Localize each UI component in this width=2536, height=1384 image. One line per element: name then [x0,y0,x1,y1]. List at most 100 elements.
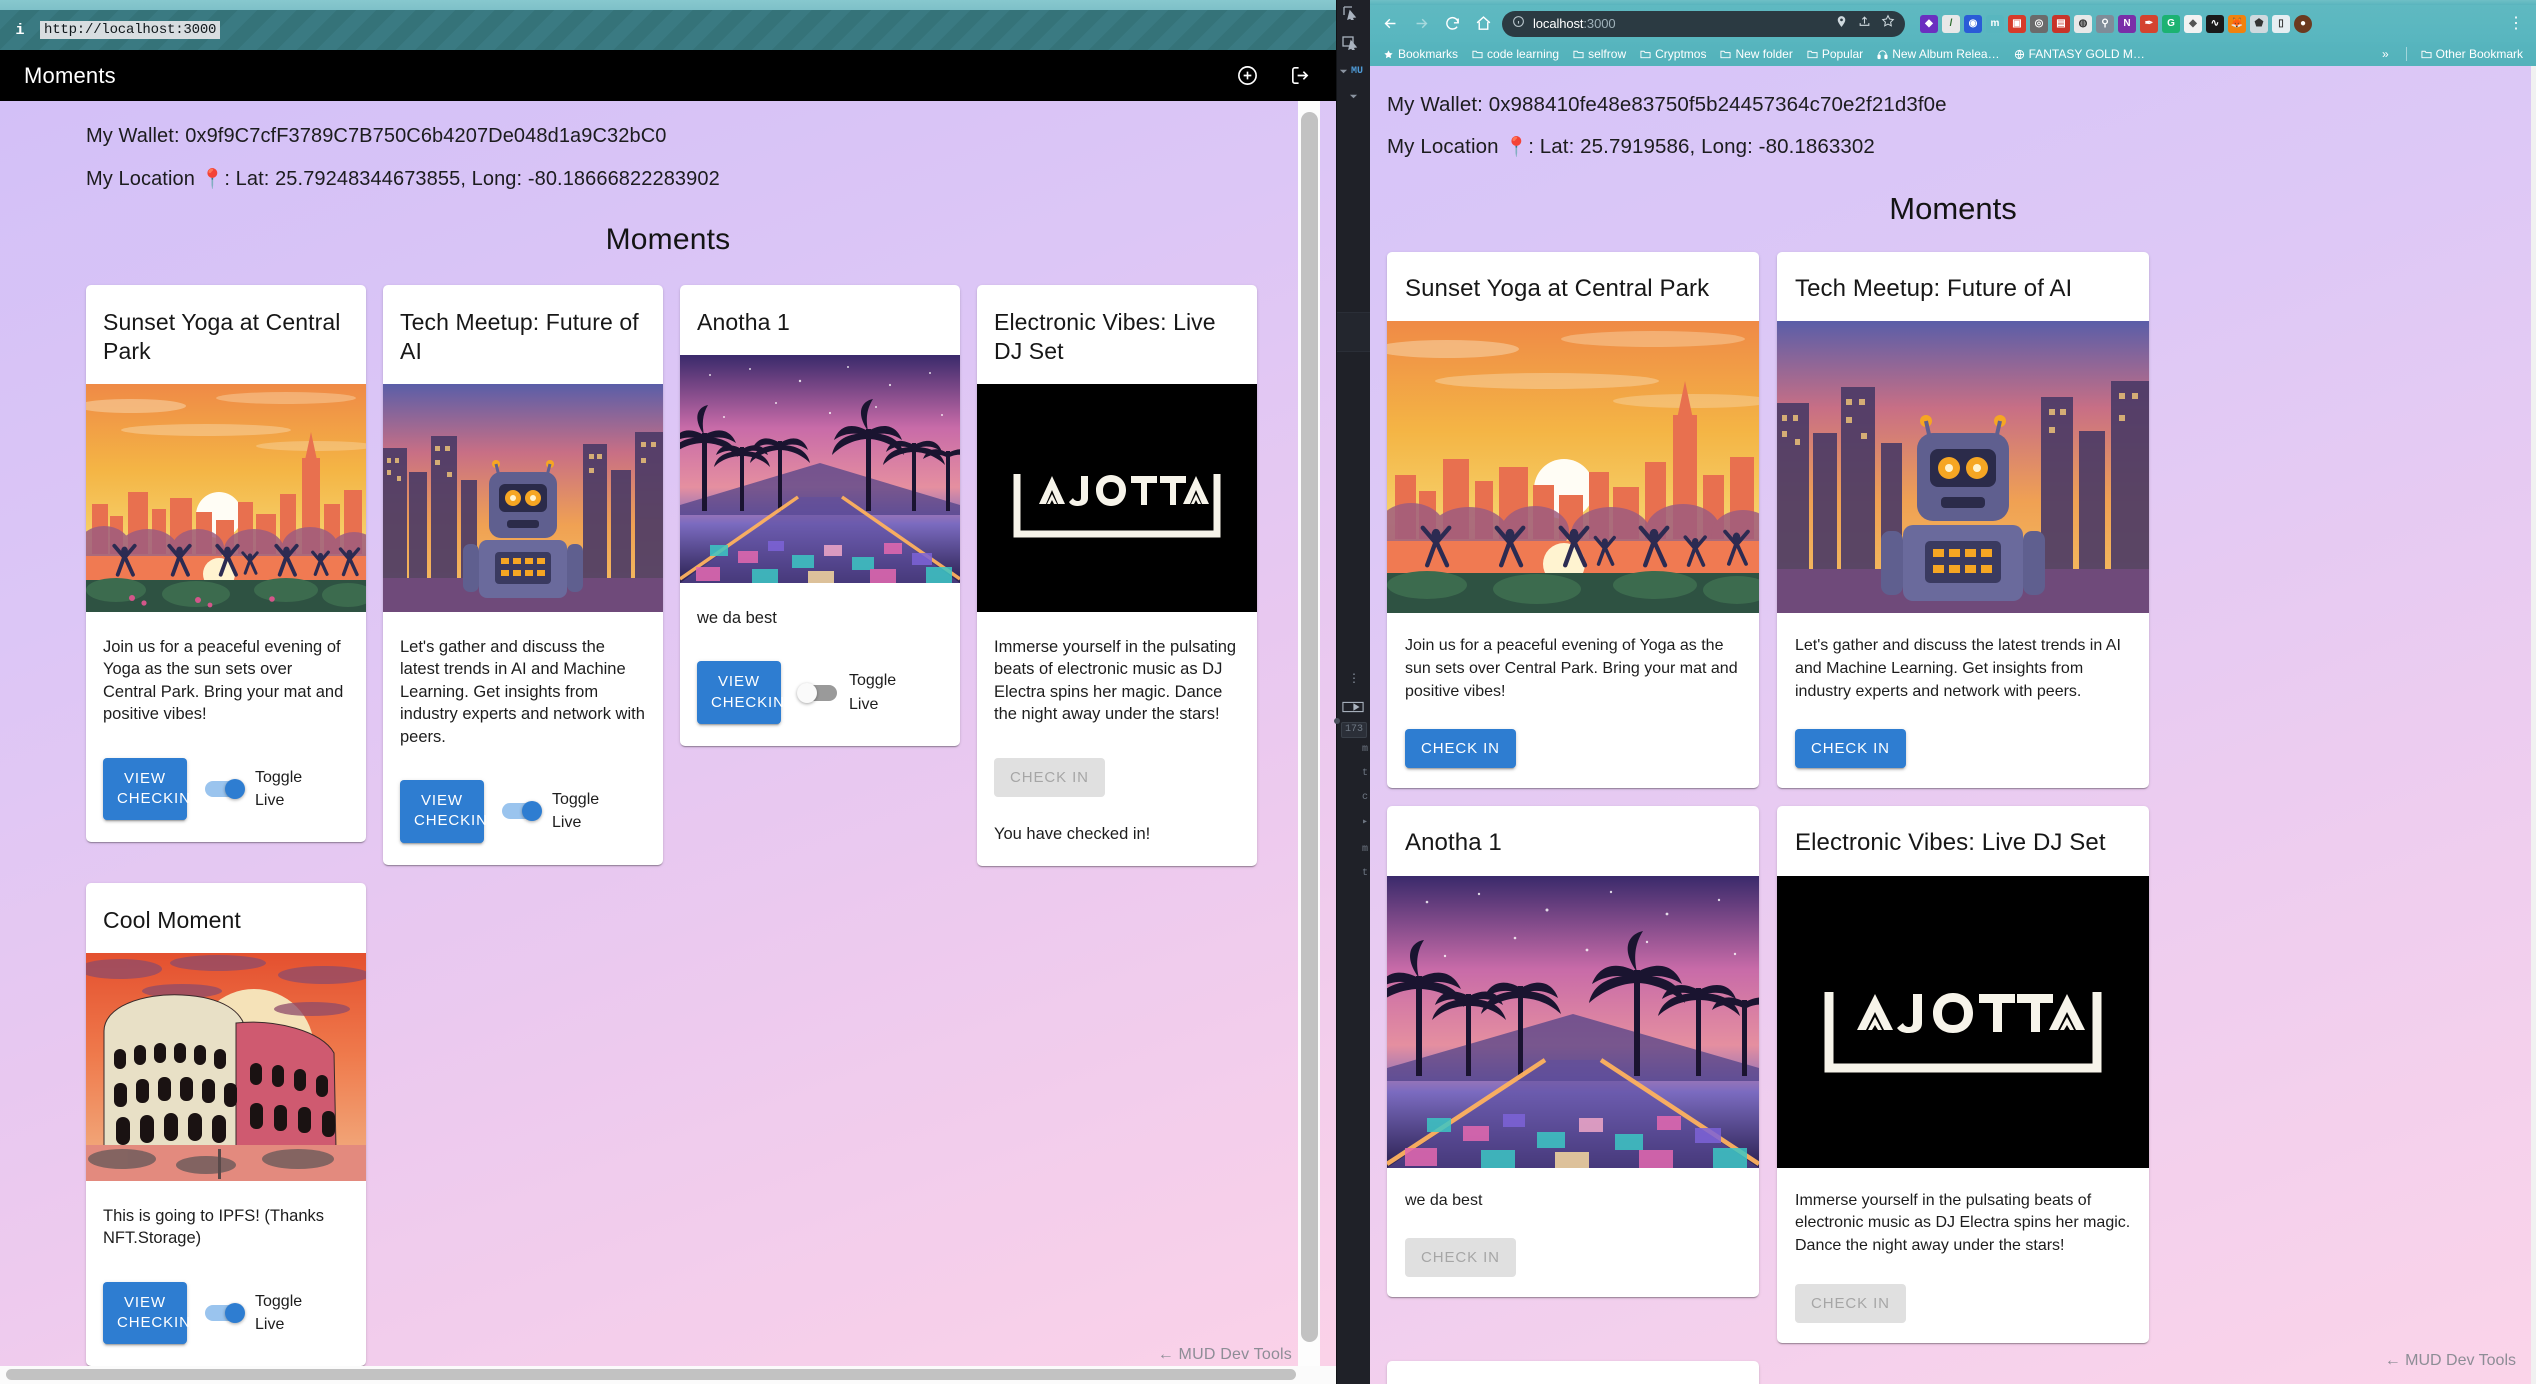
toggle-live-control[interactable]: Toggle Live [203,766,313,812]
bookmarks-overflow-button[interactable]: » [2374,47,2397,61]
blue-circle-ext-icon[interactable]: ◉ [1964,14,1982,33]
moment-card-title: Cool Moment [103,906,241,933]
editor-more-icon[interactable]: ⋮ [1348,672,1360,684]
toggle-live-switch[interactable] [203,778,245,799]
red-feather-ext-icon[interactable]: ✒ [2140,14,2158,33]
fox-ext-icon[interactable]: 🦊 [2228,14,2246,33]
stamp-ext-icon[interactable]: ⬟ [2250,14,2268,33]
logout-icon[interactable] [1289,64,1312,87]
editor-code-line: ▸ [1361,817,1368,828]
star-icon[interactable] [1881,14,1895,33]
editor-resize-handle[interactable] [1334,718,1340,724]
red-card-ext-icon[interactable]: ▤ [2052,14,2070,33]
emulator-url-text[interactable]: http://localhost:3000 [40,21,221,39]
moment-card[interactable]: Cool Moment [86,882,366,1367]
mud-dev-tools-link[interactable]: ← MUD Dev Tools [2385,1352,2516,1370]
kebab-menu-icon[interactable]: ⋮ [2504,15,2528,32]
location-pin-icon[interactable] [1835,15,1848,33]
mud-dev-tools-link[interactable]: ← MUD Dev Tools [1158,1346,1292,1364]
moment-card-body: This is going to IPFS! (Thanks NFT.Stora… [86,1181,366,1260]
toggle-live-control[interactable]: Toggle Live [500,788,610,834]
drop-ext-icon[interactable]: ◆ [2184,14,2202,33]
right-browser-panel: localhost:3000 ◆ / ◉ m ▣ ◎ ▤ ◍ ⚲ N ✒ G ◆… [1370,0,2536,1384]
moment-card[interactable]: Tech Meetup: Future of AI Let's gather a… [1777,252,2149,789]
editor-code-line: m [1361,744,1368,755]
bookmark-label: FANTASY GOLD M… [2028,47,2145,61]
bookmark-item[interactable]: Popular [1802,45,1868,63]
bookmark-item[interactable]: selfrow [1568,45,1631,63]
editor-tree-node[interactable]: MU [1339,66,1363,77]
folder-icon [1807,50,1818,59]
left-vertical-scrollbar-thumb[interactable] [1301,112,1318,1342]
editor-code-line: c [1361,792,1368,803]
editor-tree-label: MU [1351,66,1364,77]
moment-card-description: Join us for a peaceful evening of Yoga a… [103,637,344,724]
home-icon[interactable] [1471,12,1495,36]
editor-sliver[interactable]: MU ⋮ 173 m t c ▸ m t [1334,0,1371,1384]
diamond-ext-icon[interactable]: ◆ [1920,14,1938,33]
toggle-live-switch[interactable] [500,801,542,822]
moment-card-actions: CHECK IN [977,736,1257,819]
editor-play-icon[interactable] [1342,700,1364,718]
oval-ext-icon[interactable]: ◍ [2074,14,2092,33]
editor-line-chip[interactable]: 173 [1341,722,1367,738]
editor-sliver-rows: MU ⋮ 173 m t c ▸ m t [1334,0,1371,1384]
key-ext-icon[interactable]: ⚲ [2096,14,2114,33]
left-horizontal-scrollbar-thumb[interactable] [6,1369,1296,1380]
toggle-live-switch[interactable] [203,1302,245,1323]
view-checkins-button[interactable]: VIEW CHECKINS [103,1281,201,1345]
sunset-yoga-image [86,383,366,612]
moment-card[interactable]: Tech Meetup: Future of AI Let's gather a… [383,285,663,865]
moment-card-description: Join us for a peaceful evening of Yoga a… [1405,637,1738,700]
right-vertical-scrollbar-track[interactable] [2531,66,2536,1384]
other-bookmarks-item[interactable]: Other Bookmark [2416,45,2528,63]
toggle-live-control[interactable]: Toggle Live [203,1290,313,1336]
m-ext-icon[interactable]: m [1986,14,2004,33]
arrow-right-icon[interactable] [1409,12,1433,36]
toggle-live-switch[interactable] [797,682,839,703]
bookmark-item[interactable]: New Album Relea… [1872,45,2004,63]
location-label-prefix: My Location [1387,135,1505,158]
view-checkins-button[interactable]: VIEW CHECKINS [400,780,498,843]
bookmark-item[interactable]: New folder [1715,45,1797,63]
editor-tree-caret[interactable] [1349,88,1358,106]
bookmark-item[interactable]: Bookmarks [1378,45,1463,63]
wave-ext-icon[interactable]: ∿ [2206,14,2224,33]
view-checkins-button[interactable]: VIEW CHECKINS [697,661,795,724]
tablet-ext-icon[interactable]: ▯ [2272,14,2290,33]
moment-card[interactable]: Electronic Vibes: Live DJ Set Immerse yo… [1777,806,2149,1343]
target-ext-icon[interactable]: ◎ [2030,14,2048,33]
bookmark-item[interactable]: Cryptmos [1635,45,1711,63]
brush-ext-icon[interactable]: / [1942,14,1960,33]
check-in-button[interactable]: CHECK IN [1795,729,1906,769]
red-ext-icon[interactable]: ▣ [2008,14,2026,33]
folder-icon [2421,50,2432,59]
moment-card[interactable]: Electronic Vibes: Live DJ Set Immerse yo… [977,285,1257,866]
headphones-icon [1877,49,1888,59]
bookmark-item[interactable]: code learning [1467,45,1564,63]
location-coords: : Lat: 25.7919586, Long: -80.1863302 [1528,135,1875,158]
emulator-url-bar[interactable]: i http://localhost:3000 [0,10,1336,50]
moment-card-description: Let's gather and discuss the latest tren… [1795,637,2121,700]
moment-card[interactable]: Sunset Yoga at Central Park Join us for … [86,285,366,843]
arrow-left-icon[interactable] [1378,12,1402,36]
toggle-live-control[interactable]: Toggle Live [797,669,907,715]
moment-card-actions: VIEW CHECKINS Toggle Live [680,639,960,746]
bookmark-item[interactable]: FANTASY GOLD M… [2009,45,2150,63]
address-bar[interactable]: localhost:3000 [1502,10,1905,37]
reload-icon[interactable] [1440,12,1464,36]
moment-card[interactable]: Anotha 1 [1387,806,1759,1298]
moment-card[interactable]: Cool Moment [1387,1360,1759,1384]
moment-card[interactable]: Anotha 1 [680,285,960,746]
moment-card[interactable]: Sunset Yoga at Central Park Join us for … [1387,252,1759,789]
purple-n-ext-icon[interactable]: N [2118,14,2136,33]
check-in-button[interactable]: CHECK IN [1405,729,1516,769]
moment-card-body: we da best [680,583,960,639]
info-circle-icon[interactable] [1512,15,1525,33]
avatar-ext-icon[interactable]: ● [2294,14,2312,33]
share-icon[interactable] [1858,15,1871,33]
view-checkins-button[interactable]: VIEW CHECKINS [103,757,201,821]
plus-circle-icon[interactable] [1236,64,1259,87]
bookmark-label: Bookmarks [1398,47,1459,61]
green-g-ext-icon[interactable]: G [2162,14,2180,33]
